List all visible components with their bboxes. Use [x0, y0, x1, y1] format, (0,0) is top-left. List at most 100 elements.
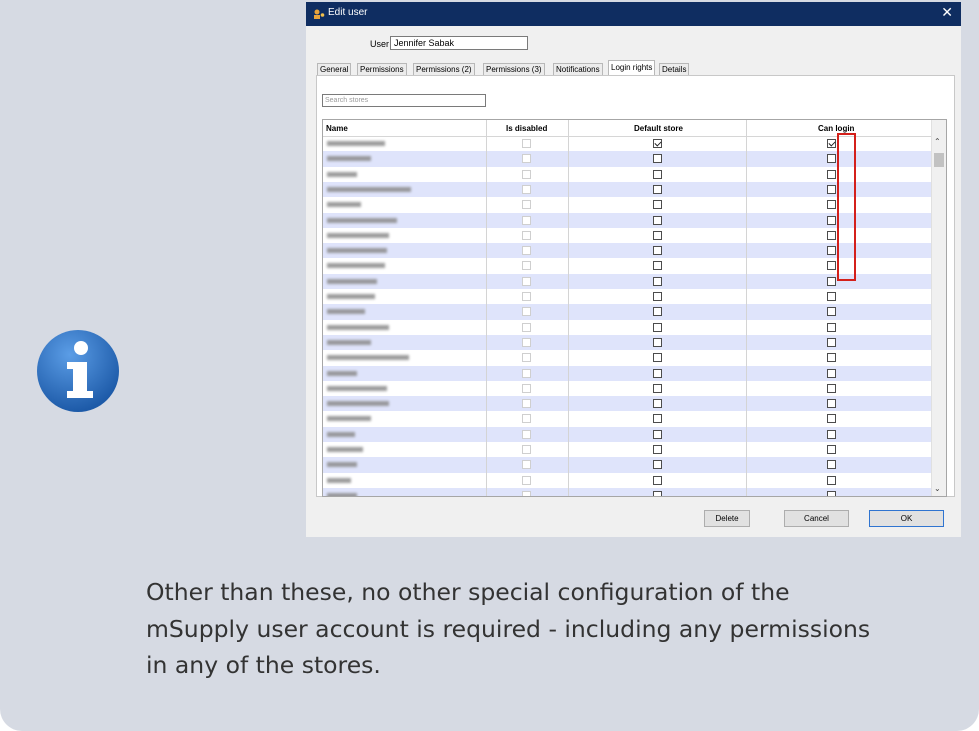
title-bar: Edit user ✕ — [306, 2, 961, 26]
store-name-redacted — [327, 141, 385, 146]
scrollbar-thumb[interactable] — [934, 153, 944, 167]
tab-general[interactable]: General — [317, 63, 352, 75]
store-name-redacted — [327, 217, 397, 223]
delete-button[interactable]: Delete — [704, 510, 750, 527]
can-login-checkbox[interactable] — [827, 246, 836, 256]
scroll-up-icon[interactable]: ⌃ — [934, 137, 941, 146]
store-name-redacted — [327, 339, 371, 345]
table-row[interactable] — [323, 442, 931, 457]
tab-permissions-3[interactable]: Permissions (3) — [483, 63, 545, 75]
table-row[interactable] — [323, 487, 931, 496]
is-disabled-checkbox — [522, 307, 531, 317]
default-store-checkbox[interactable] — [653, 200, 662, 210]
col-can-login-header[interactable]: Can login — [818, 124, 854, 133]
can-login-checkbox[interactable] — [827, 230, 836, 240]
default-store-checkbox[interactable] — [653, 429, 662, 439]
can-login-checkbox[interactable] — [827, 307, 836, 317]
column-divider — [746, 120, 747, 496]
default-store-checkbox[interactable] — [653, 184, 662, 194]
can-login-checkbox[interactable] — [827, 337, 836, 347]
can-login-checkbox[interactable] — [827, 200, 836, 210]
table-row[interactable] — [323, 365, 931, 381]
table-row[interactable] — [323, 304, 931, 320]
can-login-checkbox[interactable] — [827, 490, 836, 496]
store-name-redacted — [327, 416, 371, 422]
can-login-checkbox[interactable] — [827, 261, 836, 271]
table-row[interactable] — [323, 350, 931, 365]
note-text: Other than these, no other special confi… — [146, 574, 966, 684]
is-disabled-checkbox — [522, 445, 531, 454]
default-store-checkbox[interactable] — [653, 490, 662, 496]
can-login-checkbox[interactable] — [827, 383, 836, 393]
default-store-checkbox[interactable] — [653, 139, 662, 148]
col-is-disabled-header[interactable]: Is disabled — [506, 124, 547, 133]
store-search-input[interactable]: Search stores — [322, 94, 486, 107]
can-login-checkbox[interactable] — [827, 139, 836, 148]
store-name-redacted — [327, 278, 377, 284]
default-store-checkbox[interactable] — [653, 261, 662, 271]
default-store-checkbox[interactable] — [653, 460, 662, 470]
scroll-down-icon[interactable]: ⌄ — [934, 484, 941, 493]
table-row[interactable] — [323, 334, 931, 351]
default-store-checkbox[interactable] — [653, 368, 662, 378]
default-store-checkbox[interactable] — [653, 276, 662, 286]
can-login-checkbox[interactable] — [827, 292, 836, 301]
default-store-checkbox[interactable] — [653, 169, 662, 179]
default-store-checkbox[interactable] — [653, 246, 662, 256]
default-store-checkbox[interactable] — [653, 307, 662, 317]
cancel-button[interactable]: Cancel — [784, 510, 849, 527]
can-login-checkbox[interactable] — [827, 184, 836, 194]
table-row[interactable] — [323, 473, 931, 488]
tab-login-rights[interactable]: Login rights — [608, 60, 656, 76]
table-row[interactable] — [323, 320, 931, 335]
can-login-checkbox[interactable] — [827, 460, 836, 470]
can-login-checkbox[interactable] — [827, 215, 836, 225]
close-icon[interactable]: ✕ — [941, 4, 953, 21]
can-login-checkbox[interactable] — [827, 414, 836, 424]
user-name-field[interactable]: Jennifer Sabak — [390, 36, 528, 50]
store-name-redacted — [327, 447, 363, 452]
can-login-checkbox[interactable] — [827, 475, 836, 485]
default-store-checkbox[interactable] — [653, 383, 662, 393]
can-login-checkbox[interactable] — [827, 445, 836, 454]
can-login-checkbox[interactable] — [827, 368, 836, 378]
default-store-checkbox[interactable] — [653, 337, 662, 347]
table-row[interactable] — [323, 381, 931, 396]
tab-permissions-2[interactable]: Permissions (2) — [413, 63, 475, 75]
default-store-checkbox[interactable] — [653, 230, 662, 240]
can-login-checkbox[interactable] — [827, 154, 836, 164]
tab-permissions[interactable]: Permissions — [357, 63, 407, 75]
table-row[interactable] — [323, 411, 931, 426]
ok-button[interactable]: OK — [869, 510, 944, 527]
can-login-checkbox[interactable] — [827, 169, 836, 179]
tab-details[interactable]: Details — [659, 63, 690, 75]
info-note-box: Edit user ✕ User Jennifer Sabak General … — [0, 0, 979, 731]
store-name-redacted — [327, 385, 387, 391]
default-store-checkbox[interactable] — [653, 353, 662, 363]
can-login-checkbox[interactable] — [827, 276, 836, 286]
tab-notifications[interactable]: Notifications — [553, 63, 603, 75]
default-store-checkbox[interactable] — [653, 445, 662, 454]
default-store-checkbox[interactable] — [653, 215, 662, 225]
default-store-checkbox[interactable] — [653, 399, 662, 409]
table-row[interactable] — [323, 396, 931, 412]
vertical-scrollbar[interactable]: ⌃ ⌄ — [931, 120, 946, 496]
store-name-redacted — [327, 186, 411, 192]
is-disabled-checkbox — [522, 399, 531, 409]
can-login-checkbox[interactable] — [827, 429, 836, 439]
default-store-checkbox[interactable] — [653, 322, 662, 332]
table-row[interactable] — [323, 457, 931, 473]
default-store-checkbox[interactable] — [653, 292, 662, 301]
default-store-checkbox[interactable] — [653, 414, 662, 424]
col-name-header[interactable]: Name — [326, 124, 348, 133]
table-row[interactable] — [323, 289, 931, 304]
can-login-checkbox[interactable] — [827, 353, 836, 363]
table-row[interactable] — [323, 426, 931, 442]
default-store-checkbox[interactable] — [653, 154, 662, 164]
default-store-checkbox[interactable] — [653, 475, 662, 485]
can-login-checkbox[interactable] — [827, 322, 836, 332]
col-default-store-header[interactable]: Default store — [634, 124, 683, 133]
can-login-checkbox[interactable] — [827, 399, 836, 409]
is-disabled-checkbox — [522, 429, 531, 439]
stores-table: Name Is disabled Default store Can login… — [322, 119, 947, 497]
